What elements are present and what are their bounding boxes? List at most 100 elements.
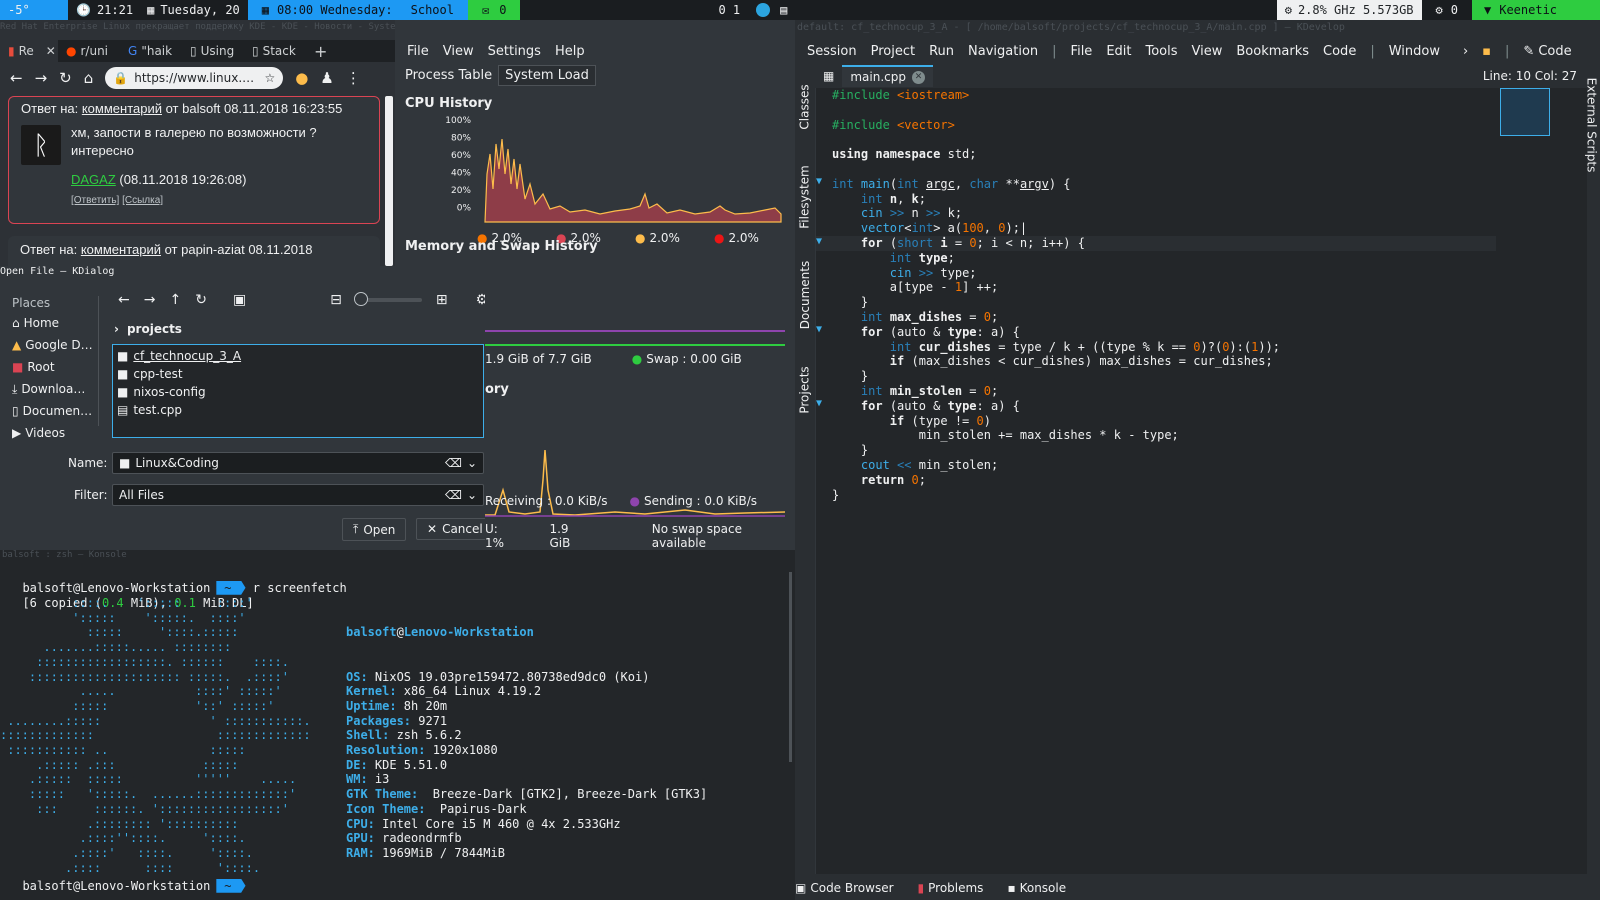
- mail-widget[interactable]: ✉ 0: [467, 0, 521, 20]
- code-button[interactable]: ✎ Code: [1523, 44, 1571, 59]
- open-button[interactable]: ⤒ Open: [342, 518, 407, 541]
- terminal-scrollbar[interactable]: [789, 572, 792, 762]
- code-line[interactable]: [832, 132, 1280, 147]
- tab-konsole[interactable]: ▪ Konsole: [1007, 881, 1066, 895]
- place-home[interactable]: ⌂ Home: [12, 312, 102, 334]
- menu-item[interactable]: Settings: [488, 44, 541, 59]
- menu-item[interactable]: Code: [1323, 44, 1356, 59]
- menu-item[interactable]: File: [407, 44, 429, 59]
- breadcrumb-item[interactable]: projects: [127, 322, 182, 336]
- code-line[interactable]: #include <iostream>: [832, 88, 1280, 103]
- place-google-drive[interactable]: ▲ Google D…: [12, 334, 102, 356]
- browser-tab[interactable]: ▯ Stack: [244, 40, 306, 62]
- file-item[interactable]: ■ cf_technocup_3_A: [117, 347, 479, 365]
- tab-classes[interactable]: Classes: [795, 72, 815, 142]
- code-line[interactable]: int type;: [832, 251, 1280, 266]
- place-downloads[interactable]: ⤓ Downloa…: [12, 378, 102, 400]
- code-editor[interactable]: ▼ ▼ ▼ ▼ #include <iostream> #include <ve…: [815, 88, 1587, 874]
- code-line[interactable]: for (auto & type: a) {: [832, 399, 1280, 414]
- chat-icon[interactable]: ▤: [780, 3, 787, 17]
- url-bar[interactable]: 🔒 https://www.linux.… ☆: [105, 67, 284, 89]
- workspace-indicator[interactable]: 0 1: [710, 0, 748, 20]
- calendar-event-widget[interactable]: ▦ 08:00 Wednesday: School: [247, 0, 468, 20]
- breadcrumb[interactable]: › projects: [114, 322, 182, 336]
- code-line[interactable]: #include <vector>: [832, 118, 1280, 133]
- comment-link[interactable]: комментарий: [81, 242, 161, 257]
- browser-tab[interactable]: ▯ Using: [182, 40, 244, 62]
- extension-icon[interactable]: ♟: [320, 69, 333, 87]
- comment-author[interactable]: DAGAZ: [71, 172, 116, 187]
- code-line[interactable]: [832, 162, 1280, 177]
- fold-icon[interactable]: ▼: [816, 324, 822, 335]
- up-icon[interactable]: ↑: [169, 292, 181, 308]
- code-line[interactable]: if (type != 0): [832, 414, 1280, 429]
- network-widget[interactable]: ▼ Keenetic: [1472, 0, 1600, 20]
- forward-icon[interactable]: →: [35, 69, 48, 87]
- browser-tab-active[interactable]: ▮ Re ✕: [0, 40, 58, 62]
- chevron-down-icon[interactable]: ⌄: [467, 456, 477, 470]
- chevron-right-icon[interactable]: ›: [1463, 44, 1468, 59]
- code-line[interactable]: a[type - 1] ++;: [832, 280, 1280, 295]
- settings-icon[interactable]: ⚙: [476, 292, 485, 308]
- menu-item[interactable]: View: [443, 44, 474, 59]
- fold-icon[interactable]: ▼: [816, 398, 822, 409]
- menu-item[interactable]: File: [1071, 44, 1093, 59]
- home-icon[interactable]: ⌂: [84, 69, 94, 87]
- back-icon[interactable]: ←: [118, 292, 130, 308]
- filter-field[interactable]: All Files ⌫ ⌄: [112, 484, 484, 506]
- cpu-widget[interactable]: ⚙ 2.8% GHz 5.573GB: [1276, 0, 1422, 20]
- code-line[interactable]: cin >> type;: [832, 266, 1280, 281]
- menu-item[interactable]: Session: [807, 44, 857, 59]
- browser-tab[interactable]: G "haik: [120, 40, 182, 62]
- clear-icon[interactable]: ⌫: [445, 456, 462, 470]
- preview-icon[interactable]: ▣: [233, 292, 246, 308]
- code-line[interactable]: int cur_dishes = type / k + ((type % k =…: [832, 340, 1280, 355]
- code-line[interactable]: }: [832, 488, 1280, 503]
- menu-item[interactable]: Run: [929, 44, 954, 59]
- code-line[interactable]: for (short i = 0; i < n; i++) {: [832, 236, 1280, 251]
- external-scripts-tab[interactable]: External Scripts: [1583, 70, 1599, 180]
- code-line[interactable]: [832, 103, 1280, 118]
- menu-item[interactable]: Bookmarks: [1236, 44, 1309, 59]
- name-field[interactable]: ■ Linux&Coding ⌫ ⌄: [112, 452, 484, 474]
- browser-scrollbar[interactable]: [385, 96, 393, 266]
- chevron-down-icon[interactable]: ⌄: [467, 488, 477, 502]
- tab-code-browser[interactable]: ▣ Code Browser: [795, 881, 894, 895]
- fold-icon[interactable]: ▼: [816, 236, 822, 247]
- run-icon[interactable]: ▪: [1482, 44, 1491, 59]
- reload-icon[interactable]: ↻: [59, 69, 72, 87]
- code-line[interactable]: min_stolen += max_dishes * k - type;: [832, 428, 1280, 443]
- file-item[interactable]: ■ nixos-config: [117, 383, 479, 401]
- editor-tab-main-cpp[interactable]: main.cpp ✕: [842, 65, 933, 87]
- code-line[interactable]: int main(int argc, char **argv) {: [832, 177, 1280, 192]
- menu-item[interactable]: Navigation: [968, 44, 1038, 59]
- code-line[interactable]: int min_stolen = 0;: [832, 384, 1280, 399]
- reply-link[interactable]: [Ответить]: [71, 195, 119, 206]
- link-link[interactable]: [Ссылка]: [122, 195, 163, 206]
- reload-icon[interactable]: ↻: [195, 292, 207, 308]
- file-item[interactable]: ▤ test.cpp: [117, 401, 479, 419]
- bulb-icon[interactable]: ●: [295, 69, 308, 87]
- place-videos[interactable]: ▶ Videos: [12, 422, 102, 444]
- menu-item[interactable]: Help: [555, 44, 585, 59]
- tab-problems[interactable]: ▮ Problems: [918, 881, 984, 895]
- close-icon[interactable]: ✕: [46, 44, 56, 58]
- cancel-button[interactable]: ✕ Cancel: [416, 518, 485, 540]
- back-icon[interactable]: ←: [10, 69, 23, 87]
- tab-projects[interactable]: Projects: [795, 350, 815, 430]
- code-line[interactable]: if (max_dishes < cur_dishes) max_dishes …: [832, 354, 1280, 369]
- fold-icon[interactable]: ▼: [816, 176, 822, 187]
- tab-documents[interactable]: Documents: [795, 250, 815, 340]
- code-line[interactable]: int max_dishes = 0;: [832, 310, 1280, 325]
- zoom-out-icon[interactable]: ⊟: [330, 292, 342, 308]
- code-line[interactable]: return 0;: [832, 473, 1280, 488]
- code-line[interactable]: using namespace std;: [832, 147, 1280, 162]
- file-item[interactable]: ■ cpp-test: [117, 365, 479, 383]
- code-line[interactable]: }: [832, 443, 1280, 458]
- zoom-slider-handle[interactable]: [353, 292, 368, 306]
- forward-icon[interactable]: →: [144, 292, 156, 308]
- menu-item[interactable]: Project: [871, 44, 915, 59]
- code-line[interactable]: cin >> n >> k;: [832, 206, 1280, 221]
- tab-filesystem[interactable]: Filesystem: [795, 152, 815, 242]
- clock-widget[interactable]: 🕒 21:21 ▦ Tuesday, 20: [68, 0, 248, 20]
